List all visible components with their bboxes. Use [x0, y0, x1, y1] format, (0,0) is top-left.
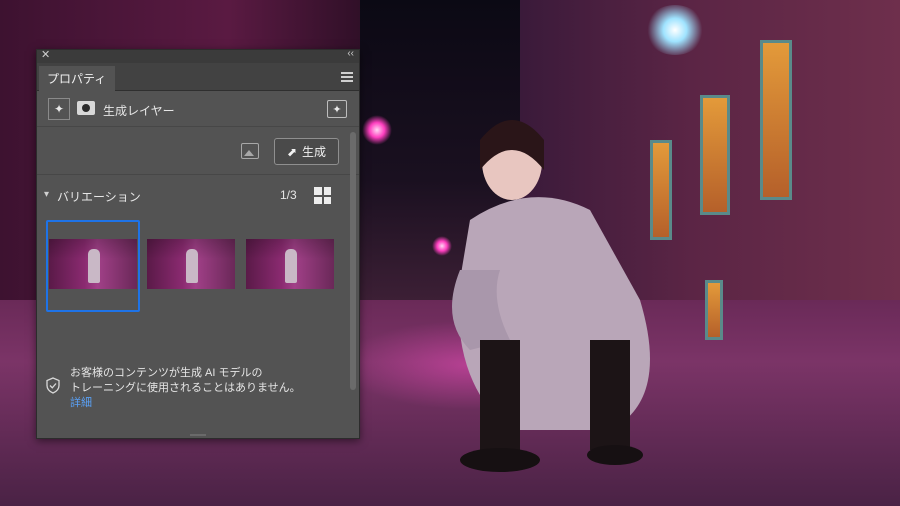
generate-icon: ⬈: [286, 144, 298, 159]
variation-thumbnail-3[interactable]: [246, 239, 334, 289]
layer-info-row: ✦ 生成レイヤー ✦: [37, 91, 359, 127]
variation-thumbnail-1[interactable]: [49, 239, 137, 289]
collapse-icon[interactable]: ‹‹: [347, 48, 354, 59]
mask-icon: [77, 101, 95, 115]
generate-button-label: 生成: [302, 145, 327, 159]
generate-button[interactable]: ⬈ 生成: [274, 138, 339, 165]
building-window: [700, 95, 730, 215]
street-lamp: [645, 5, 705, 55]
person-figure: [452, 120, 650, 472]
sparkle-icon: ✦: [48, 98, 70, 120]
panel-menu-icon[interactable]: [341, 72, 353, 82]
details-link[interactable]: 詳細: [70, 394, 92, 410]
variations-thumbnails: [37, 217, 359, 322]
notice-line-2: トレーニングに使用されることはありません。: [70, 382, 301, 394]
generate-layer-icon[interactable]: ✦: [327, 100, 347, 118]
building-window: [705, 280, 723, 340]
variations-header: ▾ バリエーション 1/3: [37, 175, 359, 217]
content-notice: お客様のコンテンツが生成 AI モデルの トレーニングに使用されることはありませ…: [37, 356, 359, 416]
layer-type-label: 生成レイヤー: [103, 104, 175, 118]
building-window: [760, 40, 792, 200]
generate-row: ⬈ 生成: [37, 127, 359, 175]
panel-tab-bar: プロパティ: [37, 63, 359, 91]
notice-line-1: お客様のコンテンツが生成 AI モデルの: [70, 367, 263, 379]
pink-light: [362, 115, 392, 145]
variations-title[interactable]: バリエーション: [57, 188, 141, 205]
reference-image-icon[interactable]: [241, 143, 259, 159]
variations-count: 1/3: [280, 188, 297, 202]
variation-thumbnail-2[interactable]: [147, 239, 235, 289]
tab-properties[interactable]: プロパティ: [39, 66, 115, 91]
panel-resize-grip[interactable]: [190, 434, 206, 436]
close-icon[interactable]: ✕: [41, 48, 50, 61]
panel-title-bar[interactable]: ✕ ‹‹: [37, 48, 359, 63]
properties-panel: ✕ ‹‹ プロパティ ✦ 生成レイヤー ✦ ⬈ 生成 ▾ バリエーション 1/3: [36, 48, 360, 439]
panel-scrollbar[interactable]: [350, 132, 356, 390]
grid-view-icon[interactable]: [314, 187, 331, 204]
shield-icon: [46, 377, 60, 394]
chevron-down-icon[interactable]: ▾: [44, 189, 49, 200]
